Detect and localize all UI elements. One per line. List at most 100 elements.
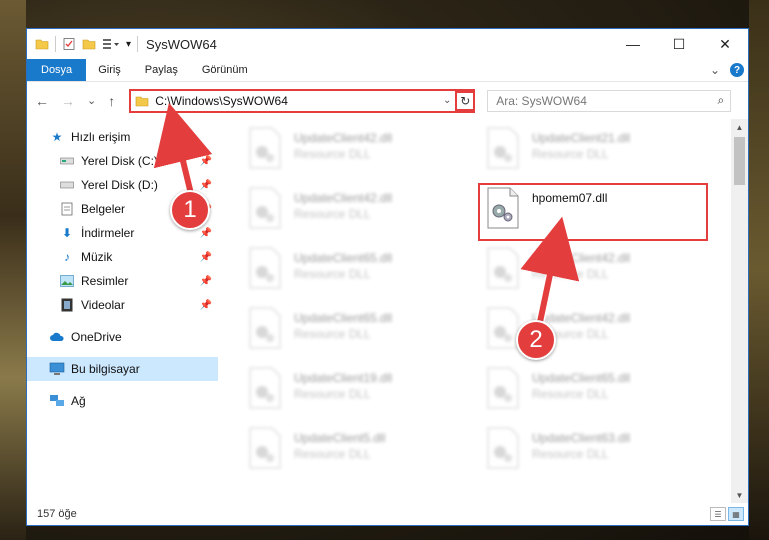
list-item[interactable]: UpdateClient63.dll Resource DLL — [486, 427, 706, 477]
details-view-icon[interactable]: ☰ — [710, 507, 726, 521]
customize-toolbar-icon[interactable] — [102, 37, 120, 51]
sidebar-item-label: Yerel Disk (C:) — [81, 154, 158, 168]
sidebar-item-label: Bu bilgisayar — [71, 362, 140, 376]
explorer-window: ▾ SysWOW64 — ☐ ✕ Dosya Giriş Paylaş Görü… — [26, 28, 749, 526]
toolbar-divider — [137, 36, 139, 52]
file-name: UpdateClient65.dll — [294, 311, 393, 325]
list-item[interactable]: UpdateClient42.dll Resource DLL — [248, 127, 468, 177]
sidebar-item-pictures[interactable]: Resimler 📌 — [27, 269, 218, 293]
close-button[interactable]: ✕ — [702, 29, 748, 59]
file-list: UpdateClient42.dll Resource DLL UpdateCli… — [218, 119, 748, 503]
sidebar-item-quick-access[interactable]: ★ Hızlı erişim — [27, 125, 218, 149]
search-input[interactable]: Ara: SysWOW64 — [496, 94, 587, 108]
download-icon: ⬇ — [61, 226, 73, 240]
back-button[interactable]: ← — [35, 93, 49, 109]
dll-file-icon — [248, 427, 282, 469]
scroll-down-icon[interactable]: ▼ — [731, 487, 748, 503]
documents-icon — [59, 201, 75, 217]
list-item[interactable]: UpdateClient65.dll Resource DLL — [486, 367, 706, 417]
scroll-up-icon[interactable]: ▲ — [731, 119, 748, 135]
address-path[interactable]: C:\Windows\SysWOW64 — [155, 94, 288, 108]
dll-file-icon — [486, 427, 520, 469]
sidebar-item-network[interactable]: Ağ — [27, 389, 218, 413]
dll-file-icon — [248, 187, 282, 229]
address-bar[interactable]: C:\Windows\SysWOW64 ⌄ ↻ — [129, 88, 476, 113]
desktop-wallpaper-left — [0, 0, 26, 540]
sidebar-item-videos[interactable]: Videolar 📌 — [27, 293, 218, 317]
pin-icon[interactable]: 📌 — [200, 276, 212, 287]
vertical-scrollbar[interactable]: ▲ ▼ — [731, 119, 748, 503]
help-icon[interactable]: ? — [730, 63, 744, 77]
pictures-icon — [59, 273, 75, 289]
toolbar-dropdown-icon[interactable]: ▾ — [126, 39, 131, 50]
drive-icon — [59, 177, 75, 193]
search-box[interactable]: Ara: SysWOW64 ⌕ — [487, 89, 732, 112]
new-folder-icon[interactable] — [82, 37, 96, 51]
scrollbar-thumb[interactable] — [734, 137, 745, 185]
ribbon-tabs: Dosya Giriş Paylaş Görünüm ⌄ ? — [27, 59, 748, 81]
file-name: UpdateClient19.dll — [294, 371, 393, 385]
forward-button[interactable]: → — [61, 93, 75, 109]
file-name: UpdateClient21.dll — [532, 131, 631, 145]
sidebar-item-label: OneDrive — [71, 330, 122, 344]
sidebar-item-label: Hızlı erişim — [71, 130, 131, 144]
minimize-button[interactable]: — — [610, 29, 656, 59]
window-title: SysWOW64 — [146, 36, 217, 52]
file-type: Resource DLL — [294, 147, 371, 161]
expand-ribbon-icon[interactable]: ⌄ — [710, 63, 720, 77]
pin-icon[interactable]: 📌 — [200, 156, 212, 167]
folder-icon — [35, 39, 49, 50]
computer-icon — [49, 361, 65, 377]
list-item[interactable]: UpdateClient21.dll Resource DLL — [486, 127, 706, 177]
file-name: UpdateClient42.dll — [294, 191, 393, 205]
annotation-badge-2: 2 — [516, 320, 556, 360]
up-button[interactable]: ↑ — [108, 93, 115, 109]
list-item[interactable]: UpdateClient42.dll Resource DLL — [486, 247, 706, 297]
list-item[interactable]: UpdateClient5.dll Resource DLL — [248, 427, 468, 477]
sidebar-item-label: İndirmeler — [81, 226, 135, 240]
pin-icon[interactable]: 📌 — [200, 252, 212, 263]
list-item[interactable]: UpdateClient19.dll Resource DLL — [248, 367, 468, 417]
file-type: Resource DLL — [294, 387, 371, 401]
sidebar-item-label: Müzik — [81, 250, 113, 264]
dll-file-icon — [248, 367, 282, 409]
list-item[interactable]: UpdateClient42.dll Resource DLL — [248, 187, 468, 237]
pin-icon[interactable]: 📌 — [200, 300, 212, 311]
maximize-button[interactable]: ☐ — [656, 29, 702, 59]
file-name: UpdateClient5.dll — [294, 431, 386, 445]
sidebar-item-label: Resimler — [81, 274, 129, 288]
dll-file-icon — [248, 127, 282, 169]
tab-share[interactable]: Paylaş — [133, 59, 190, 81]
file-name: UpdateClient42.dll — [294, 131, 393, 145]
sidebar-item-onedrive[interactable]: OneDrive — [27, 325, 218, 349]
tab-home[interactable]: Giriş — [86, 59, 133, 81]
dll-file-icon — [486, 127, 520, 169]
item-count: 157 öğe — [37, 508, 77, 520]
tab-view[interactable]: Görünüm — [190, 59, 260, 81]
window-controls: — ☐ ✕ — [610, 29, 748, 59]
pin-icon[interactable]: 📌 — [200, 180, 212, 191]
cloud-icon — [49, 329, 65, 345]
search-icon[interactable]: ⌕ — [717, 93, 724, 108]
recent-locations-button[interactable]: ⌄ — [87, 94, 96, 107]
address-dropdown-icon[interactable]: ⌄ — [439, 95, 455, 106]
file-type: Resource DLL — [532, 447, 609, 461]
title-bar: ▾ SysWOW64 — ☐ ✕ — [27, 29, 748, 59]
refresh-button[interactable]: ↻ — [455, 90, 476, 111]
pin-icon[interactable]: 📌 — [200, 228, 212, 239]
list-item[interactable]: UpdateClient65.dll Resource DLL — [248, 307, 468, 357]
properties-icon[interactable] — [62, 37, 76, 51]
sidebar-item-local-disk-c[interactable]: Yerel Disk (C:) 📌 — [27, 149, 218, 173]
folder-icon — [135, 96, 149, 106]
file-type: Resource DLL — [532, 267, 609, 281]
sidebar-item-this-pc[interactable]: Bu bilgisayar — [27, 357, 218, 381]
drive-icon — [59, 153, 75, 169]
file-name: UpdateClient63.dll — [532, 431, 631, 445]
sidebar-item-music[interactable]: ♪ Müzik 📌 — [27, 245, 218, 269]
list-item[interactable]: UpdateClient65.dll Resource DLL — [248, 247, 468, 297]
tiles-view-icon[interactable]: ▦ — [728, 507, 744, 521]
tab-file[interactable]: Dosya — [27, 59, 87, 81]
dll-file-icon — [486, 367, 520, 409]
